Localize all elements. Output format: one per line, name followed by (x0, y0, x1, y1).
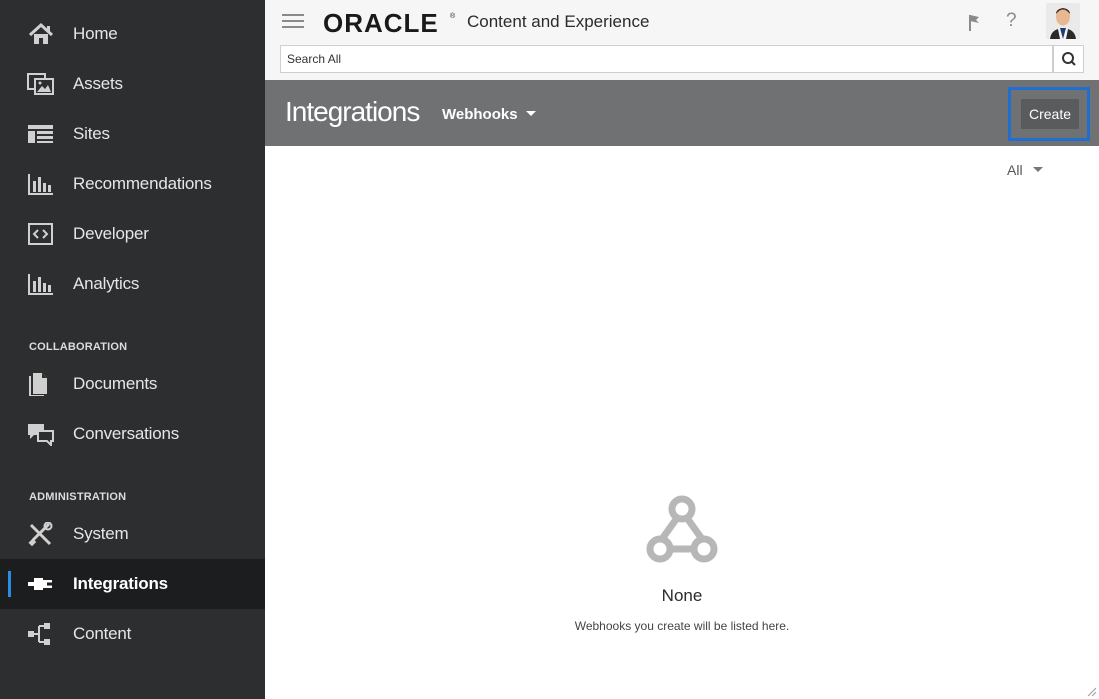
empty-state-title: None (661, 586, 703, 605)
sidebar-item-label: Documents (73, 374, 158, 393)
sidebar-item-label: Conversations (73, 424, 180, 443)
flag-icon[interactable] (966, 12, 982, 32)
sidebar-item-label: Sites (73, 124, 110, 143)
sidebar-item-sites[interactable]: Sites (0, 109, 265, 159)
plug-icon (28, 578, 52, 590)
help-icon[interactable]: ? (1006, 10, 1017, 32)
sidebar-item-label: Assets (73, 74, 123, 93)
hamburger-menu-icon[interactable] (282, 14, 304, 30)
section-heading-administration: ADMINISTRATION (29, 491, 127, 503)
hierarchy-icon (28, 623, 50, 645)
webhook-icon (646, 495, 718, 563)
sidebar-item-label: System (73, 524, 129, 543)
sidebar-item-home[interactable]: Home (0, 9, 265, 59)
sidebar-item-system[interactable]: System (0, 509, 265, 559)
assets-icon (27, 73, 54, 95)
sidebar-item-documents[interactable]: Documents (0, 359, 265, 409)
sidebar-item-developer[interactable]: Developer (0, 209, 265, 259)
resize-grip-icon[interactable] (1085, 685, 1097, 697)
bar-chart-icon (28, 274, 53, 295)
search-button[interactable] (1053, 45, 1084, 73)
documents-icon (29, 373, 47, 396)
create-button[interactable]: Create (1021, 99, 1079, 129)
search-input[interactable] (280, 45, 1053, 73)
chevron-down-icon (1032, 166, 1043, 172)
sidebar-item-recommendations[interactable]: Recommendations (0, 159, 265, 209)
sidebar-item-label: Recommendations (73, 174, 212, 193)
oracle-logo: ORACLE ® (323, 8, 456, 38)
top-bar: ORACLE ® Content and Experience ? (265, 0, 1099, 80)
sidebar-item-label: Content (73, 624, 132, 643)
sidebar-item-label: Home (73, 24, 118, 43)
code-icon (28, 223, 53, 245)
empty-state-description: Webhooks you create will be listed here. (574, 619, 790, 633)
home-icon (28, 22, 54, 44)
sidebar-item-label: Integrations (73, 574, 168, 593)
webhooks-dropdown[interactable]: Webhooks (442, 106, 536, 123)
product-name: Content and Experience (467, 12, 650, 31)
sidebar-item-conversations[interactable]: Conversations (0, 409, 265, 459)
section-heading-collaboration: COLLABORATION (29, 341, 128, 353)
tools-icon (28, 522, 53, 546)
page-header: Integrations Webhooks Create (265, 80, 1099, 146)
avatar[interactable] (1046, 3, 1080, 39)
chevron-down-icon (525, 110, 536, 116)
sidebar-item-label: Analytics (73, 274, 140, 293)
sidebar-item-label: Developer (73, 224, 149, 243)
filter-dropdown[interactable]: All (1007, 162, 1043, 178)
bar-chart-icon (28, 174, 53, 195)
search-icon (1062, 52, 1076, 66)
filter-label: All (1007, 162, 1023, 178)
sidebar-item-assets[interactable]: Assets (0, 59, 265, 109)
sidebar: Home Assets Sites Recommendations Develo… (0, 0, 265, 699)
conversations-icon (28, 424, 54, 446)
sidebar-item-content[interactable]: Content (0, 609, 265, 659)
dropdown-label: Webhooks (442, 106, 518, 123)
sidebar-item-integrations[interactable]: Integrations (0, 559, 265, 609)
svg-text:ORACLE: ORACLE (323, 8, 439, 38)
svg-text:®: ® (450, 12, 456, 20)
sites-icon (28, 125, 53, 143)
page-title: Integrations (285, 96, 420, 127)
sidebar-item-analytics[interactable]: Analytics (0, 259, 265, 309)
